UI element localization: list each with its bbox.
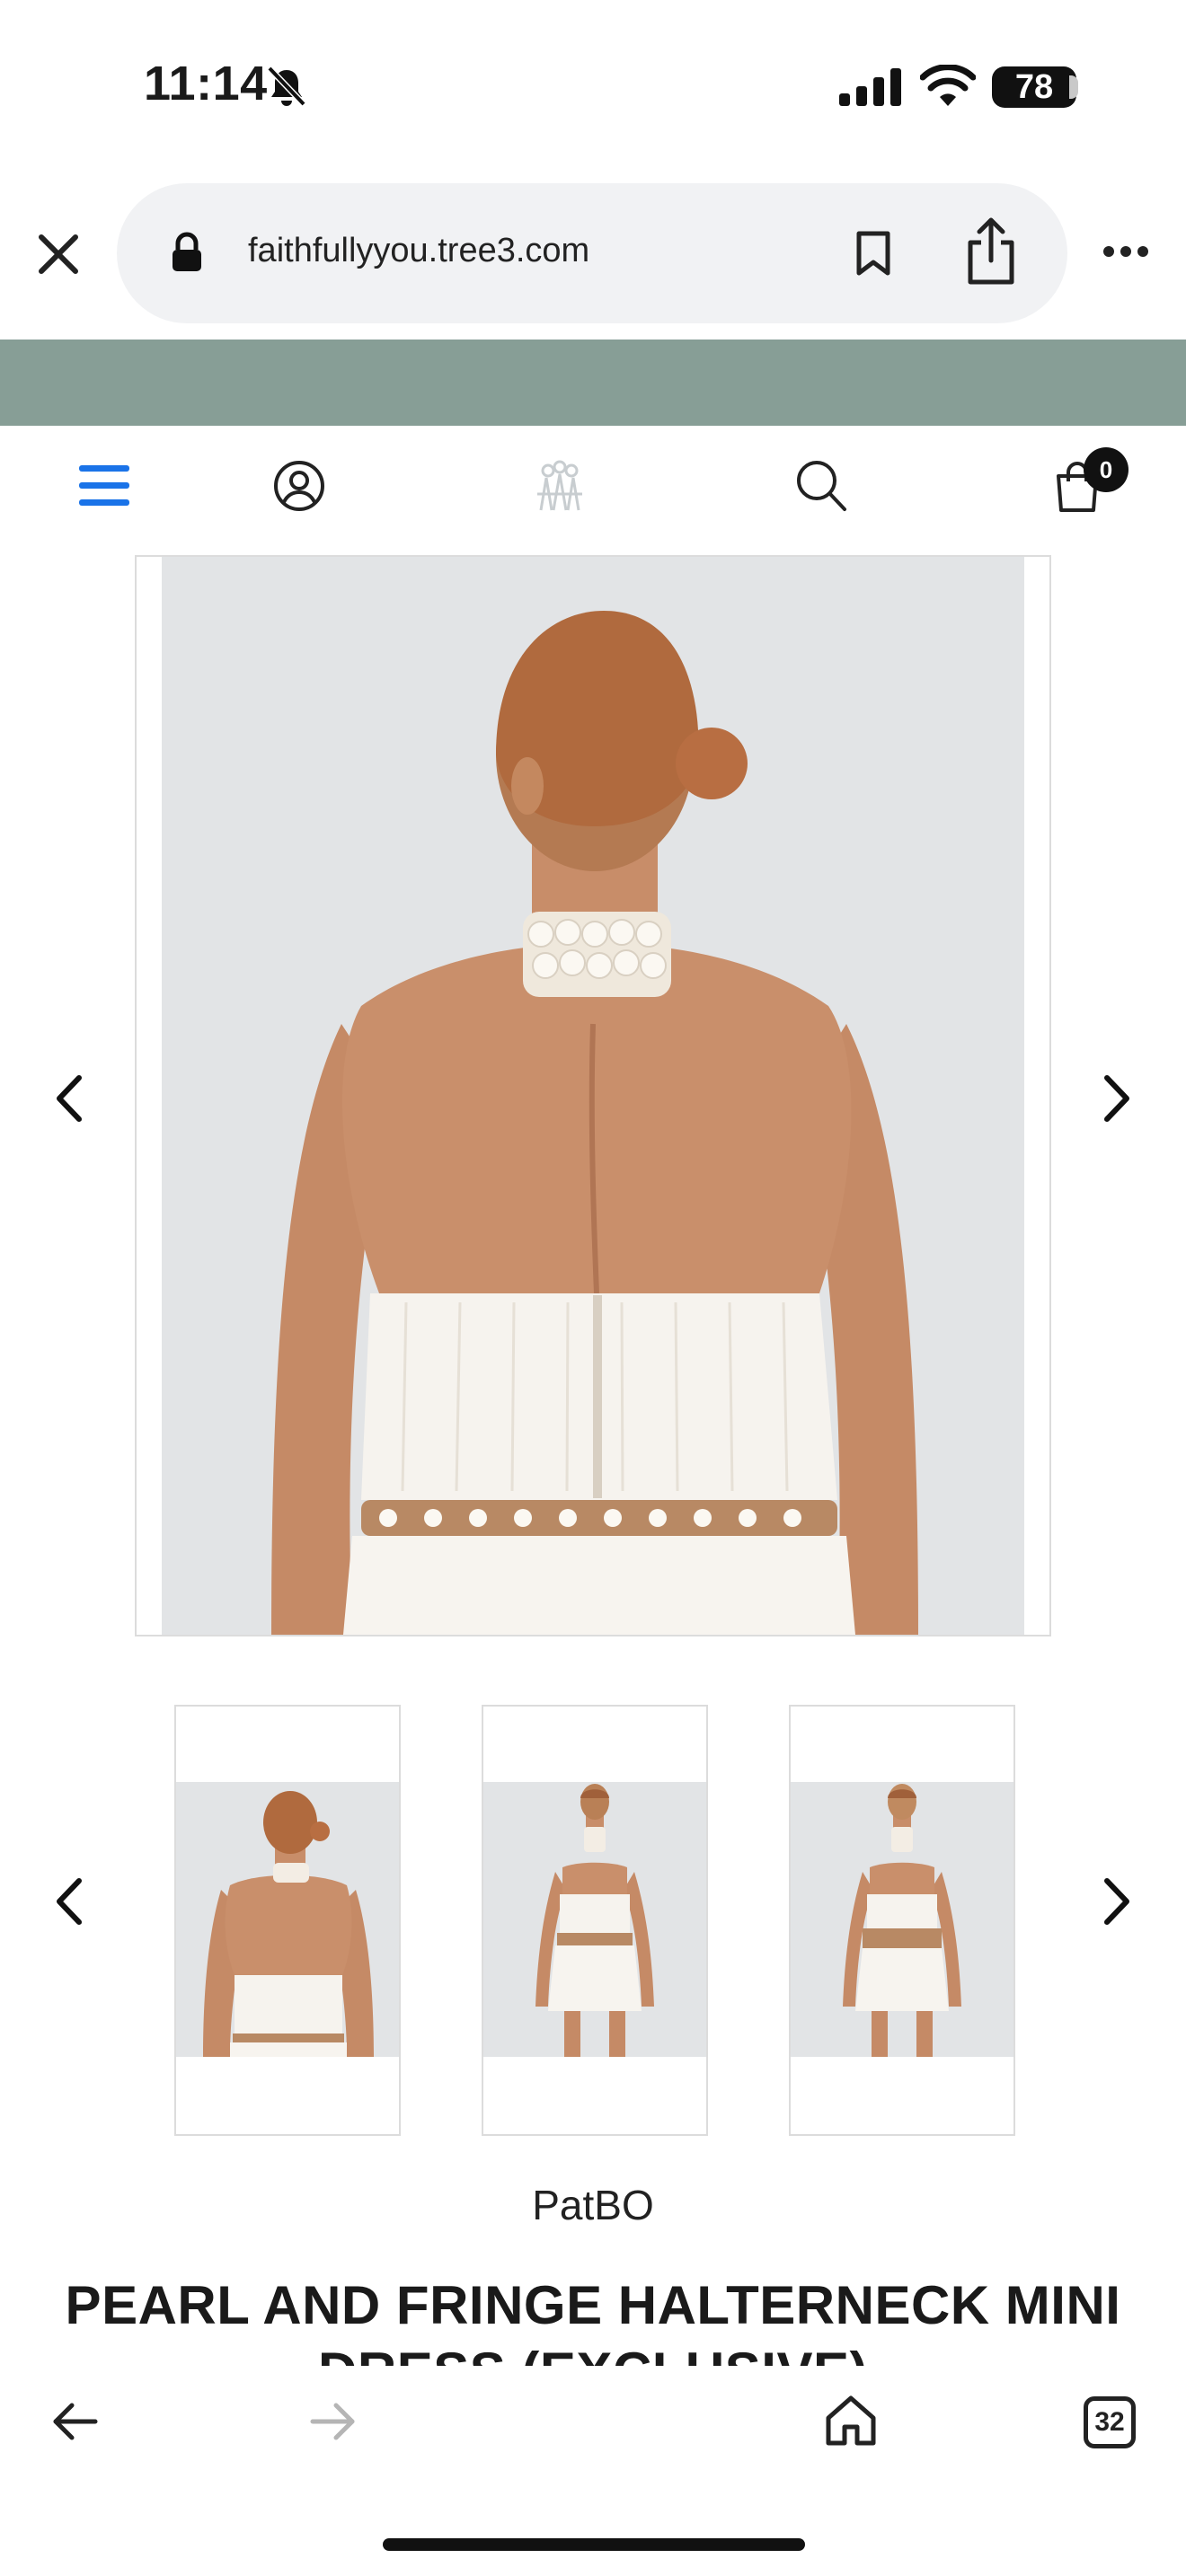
product-brand[interactable]: PatBO xyxy=(0,2181,1186,2229)
home-icon[interactable] xyxy=(823,2393,879,2448)
wifi-icon xyxy=(920,65,976,106)
forward-arrow-icon[interactable] xyxy=(309,2400,358,2443)
back-arrow-icon[interactable] xyxy=(50,2400,99,2443)
hamburger-menu-icon[interactable] xyxy=(79,462,129,510)
bookmark-icon[interactable] xyxy=(854,230,893,277)
product-photo-back xyxy=(162,557,1024,1635)
thumbnail-3[interactable] xyxy=(789,1705,1015,2136)
thumbnail-3-photo xyxy=(791,1782,1013,2057)
store-logo[interactable] xyxy=(532,458,588,514)
thumbnail-1-photo xyxy=(176,1782,399,2057)
tabs-icon[interactable]: 32 xyxy=(1084,2396,1136,2448)
thumbs-next-arrow-icon[interactable] xyxy=(1102,1877,1134,1926)
lock-icon xyxy=(173,232,201,271)
cart-count-badge[interactable]: 0 xyxy=(1084,447,1128,492)
more-icon[interactable] xyxy=(1102,244,1150,259)
silent-bell-icon xyxy=(267,66,306,107)
main-prev-arrow-icon[interactable] xyxy=(52,1074,84,1123)
home-indicator xyxy=(383,2538,805,2551)
product-title-wrap: PEARL AND FRINGE HALTERNECK MINI DRESS (… xyxy=(0,2272,1186,2366)
battery-level: 78 xyxy=(992,66,1076,108)
battery-tip xyxy=(1069,75,1078,99)
product-title: PEARL AND FRINGE HALTERNECK MINI DRESS (… xyxy=(65,2275,1121,2366)
thumbnail-2[interactable] xyxy=(482,1705,708,2136)
thumbnail-1[interactable] xyxy=(174,1705,401,2136)
announcement-banner xyxy=(0,340,1186,426)
status-time: 11:14 xyxy=(144,57,268,110)
account-icon[interactable] xyxy=(273,460,325,512)
url-text[interactable]: faithfullyyou.tree3.com xyxy=(248,232,589,270)
thumbs-prev-arrow-icon[interactable] xyxy=(52,1877,84,1926)
search-icon[interactable] xyxy=(794,458,848,514)
thumbnail-2-photo xyxy=(483,1782,706,2057)
signal-icon xyxy=(839,68,901,106)
main-next-arrow-icon[interactable] xyxy=(1102,1074,1134,1123)
main-product-image[interactable] xyxy=(135,555,1051,1636)
close-icon[interactable] xyxy=(36,232,81,277)
share-icon[interactable] xyxy=(961,216,1021,286)
